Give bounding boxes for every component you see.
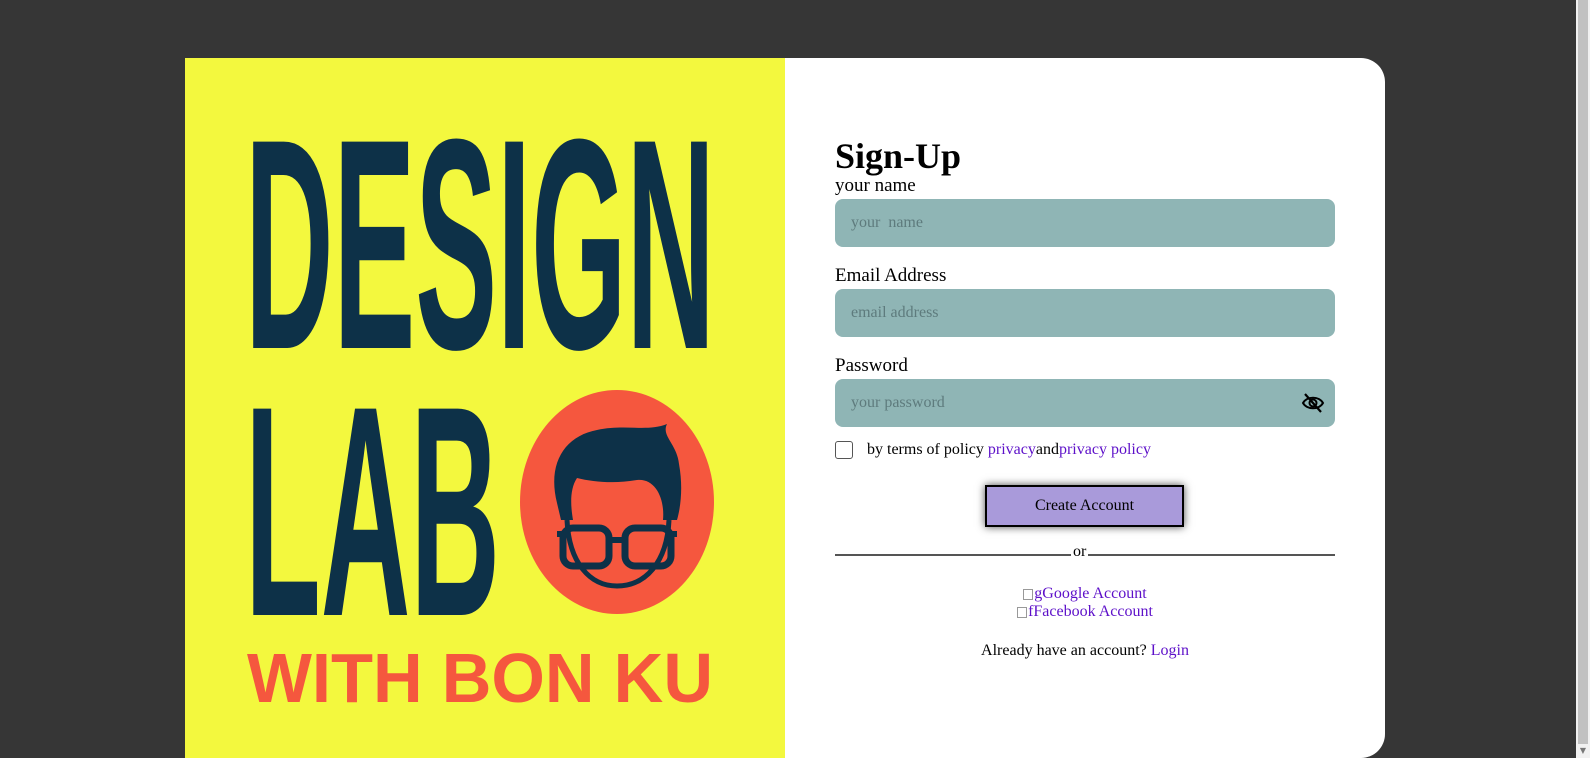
poster-line-lab: LAB <box>245 343 500 679</box>
bon-ku-avatar-icon <box>520 390 714 614</box>
login-prompt: Already have an account? Login <box>835 641 1335 661</box>
facebook-account-link[interactable]: f Facebook Account <box>1017 603 1153 621</box>
password-input[interactable] <box>835 379 1335 427</box>
email-input[interactable] <box>835 289 1335 337</box>
terms-text: by terms of policy <box>867 441 988 458</box>
password-field-box <box>835 379 1335 427</box>
terms-and: and <box>1035 441 1059 458</box>
google-account-link[interactable]: g Google Account <box>1023 585 1147 603</box>
google-label: Google Account <box>1042 585 1147 602</box>
page-scrollbar[interactable]: ▼ <box>1576 0 1590 758</box>
terms-checkbox[interactable] <box>835 441 853 459</box>
google-row: g Google Account <box>835 585 1335 605</box>
privacy-link[interactable]: privacy <box>988 440 1036 460</box>
login-link[interactable]: Login <box>1151 642 1189 659</box>
email-label: Email Address <box>835 265 947 286</box>
password-label: Password <box>835 355 908 376</box>
privacy-policy-link[interactable]: privacy policy <box>1059 440 1151 460</box>
page-title: Sign-Up <box>835 136 962 176</box>
terms-row: by terms of policy privacy and privacy p… <box>835 440 1151 460</box>
name-label: your name <box>835 175 916 196</box>
poster-line-with-bon-ku: WITH BON KU <box>247 639 713 717</box>
already-text: Already have an account? <box>981 642 1151 659</box>
design-lab-poster: DESIGN LAB WITH BON KU <box>185 58 785 758</box>
scrollbar-thumb[interactable] <box>1578 0 1588 744</box>
name-field-box <box>835 199 1335 247</box>
email-field-box <box>835 289 1335 337</box>
name-input[interactable] <box>835 199 1335 247</box>
eye-off-icon[interactable] <box>1301 392 1325 414</box>
facebook-row: f Facebook Account <box>835 603 1335 623</box>
poster-artwork: DESIGN LAB WITH BON KU <box>245 76 715 717</box>
or-separator: or <box>1071 542 1089 562</box>
broken-image-icon <box>1023 588 1034 600</box>
scroll-down-arrow-icon[interactable]: ▼ <box>1578 746 1588 756</box>
facebook-label: Facebook Account <box>1033 603 1153 620</box>
google-img-alt: g <box>1034 585 1043 602</box>
broken-image-icon <box>1017 606 1028 618</box>
signup-card: DESIGN LAB WITH BON KU Sign-Up your name <box>185 58 1385 758</box>
create-account-button[interactable]: Create Account <box>985 485 1184 527</box>
